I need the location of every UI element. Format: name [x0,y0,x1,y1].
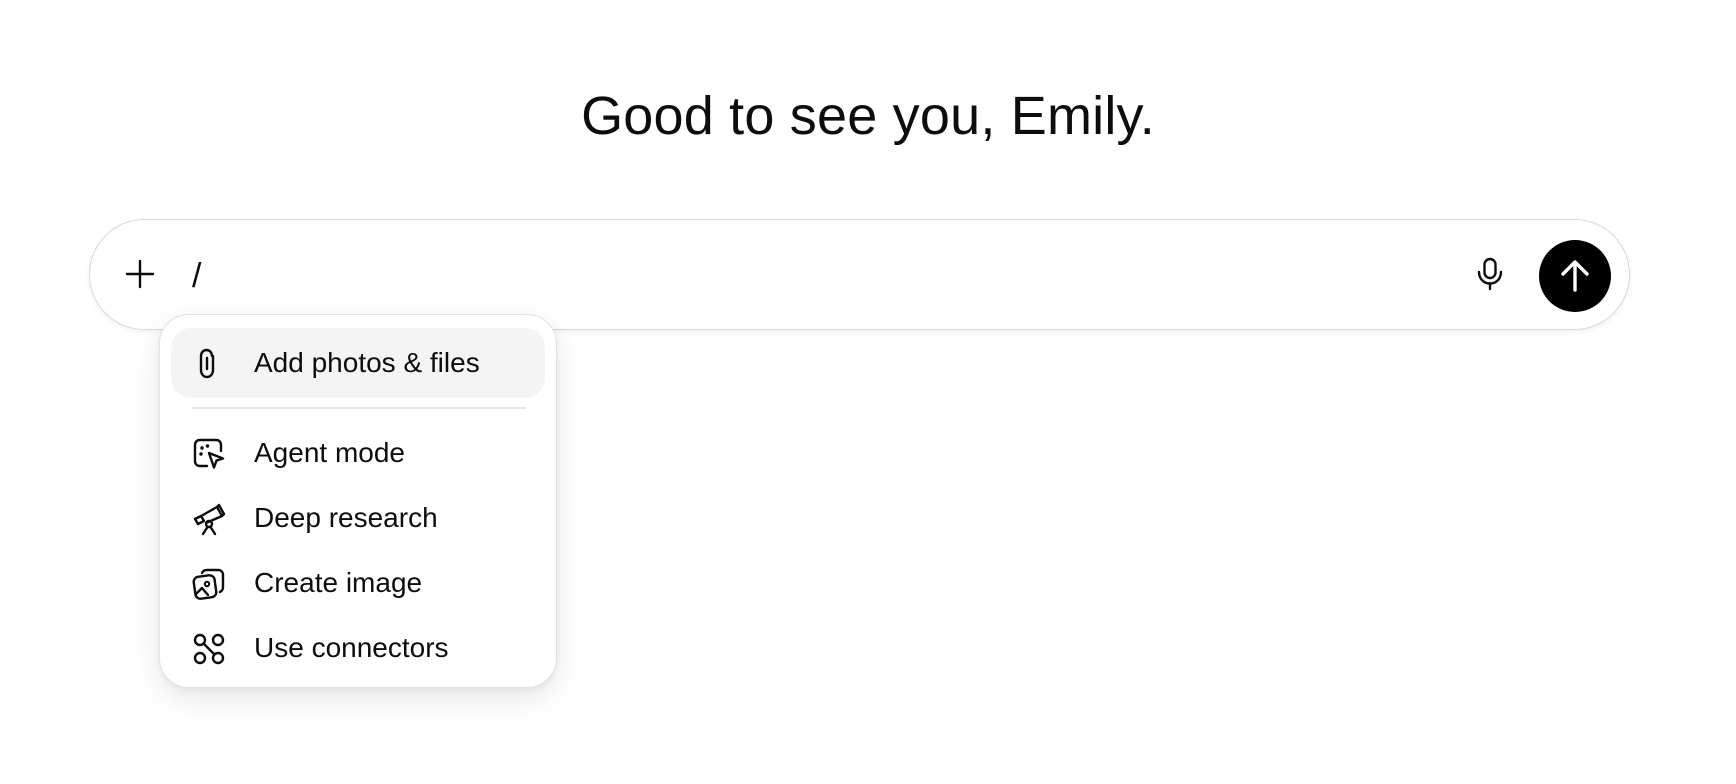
telescope-icon [192,502,226,536]
menu-item-label: Create image [254,567,423,598]
tools-menu: Add photos & files Agent mode Deep resea… [159,314,557,688]
menu-divider [192,407,526,409]
menu-item-deep-research[interactable]: Deep research [171,483,545,553]
arrow-up-icon [1561,260,1589,292]
paperclip-icon [192,347,226,381]
page: Good to see you, Emily. Add photos & [0,0,1736,784]
send-button[interactable] [1539,240,1611,312]
menu-item-use-connectors[interactable]: Use connectors [171,613,545,683]
menu-item-label: Deep research [254,502,438,533]
microphone-icon [1477,257,1503,291]
menu-item-agent-mode[interactable]: Agent mode [171,418,545,488]
agent-cursor-icon [192,437,226,471]
greeting-heading: Good to see you, Emily. [581,86,1155,146]
menu-item-label: Add photos & files [254,347,480,378]
add-button[interactable] [116,250,164,298]
menu-item-label: Use connectors [254,632,449,663]
prompt-input[interactable] [192,254,1442,298]
image-icon [192,567,226,601]
microphone-button[interactable] [1468,252,1512,296]
menu-item-label: Agent mode [254,437,405,468]
menu-item-add-photos-files[interactable]: Add photos & files [171,328,545,398]
connectors-icon [192,632,226,666]
menu-item-create-image[interactable]: Create image [171,548,545,618]
plus-icon [125,259,155,289]
